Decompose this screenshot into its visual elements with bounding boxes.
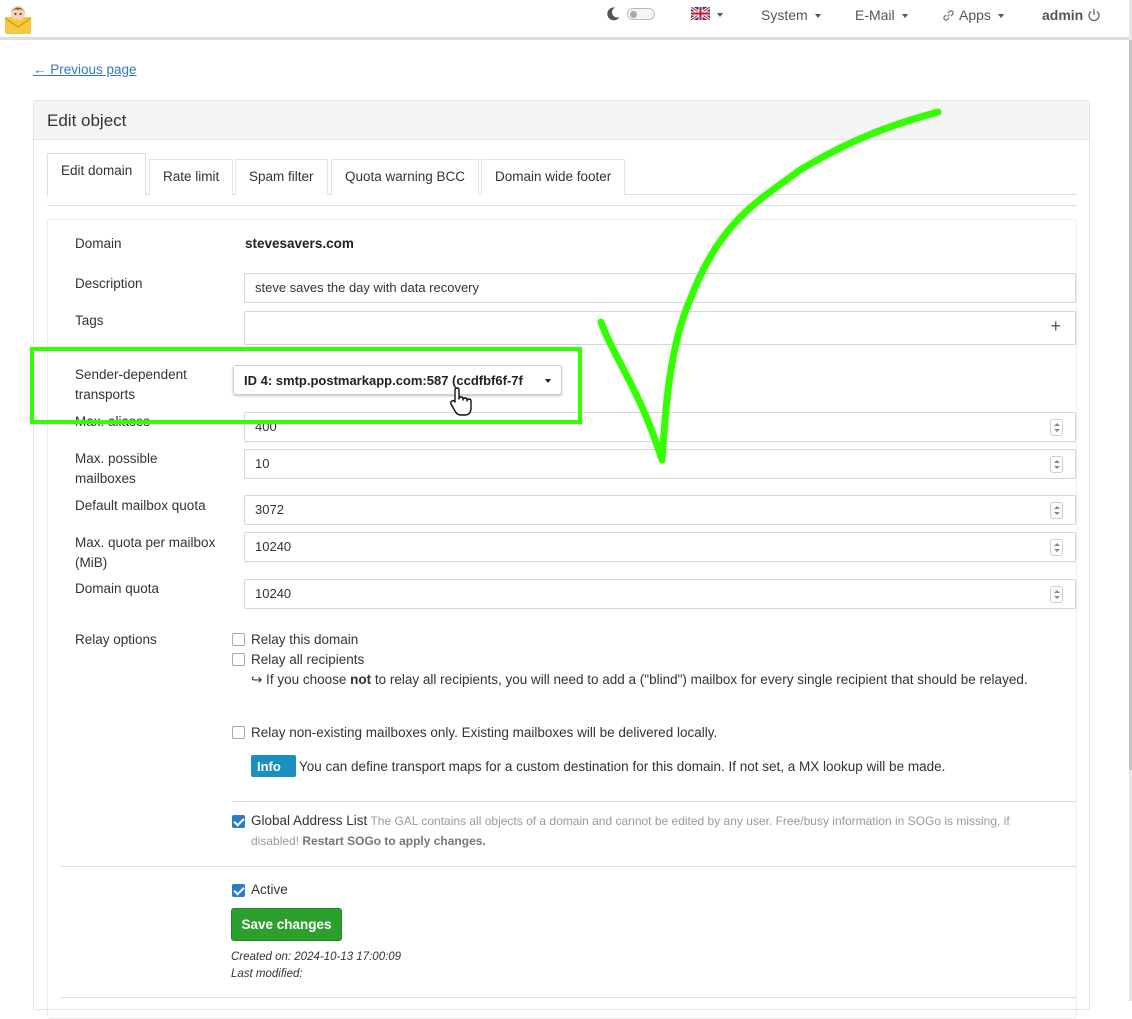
created-on: Created on: 2024-10-13 17:00:09 [231, 951, 402, 963]
gal-description: Global Address List The GAL contains all… [251, 811, 1051, 851]
edit-object-panel: Edit object Edit domain Rate limit Spam … [33, 100, 1090, 1019]
nav-apps-label: Apps [959, 7, 991, 23]
relay-note-start: ↪ If you choose [251, 672, 347, 687]
panel-title: Edit object [34, 101, 1089, 140]
tab-rate-limit[interactable]: Rate limit [149, 159, 234, 195]
gal-checkbox[interactable] [232, 815, 245, 828]
last-modified: Last modified: [231, 968, 303, 980]
divider [47, 205, 1077, 206]
tab-domain-wide-footer[interactable]: Domain wide footer [481, 159, 626, 195]
transport-selected-value: ID 4: smtp.postmarkapp.com:587 (ccdfbf6f… [244, 373, 523, 388]
relay-all-checkbox[interactable] [232, 653, 245, 666]
max-aliases-value: 400 [255, 419, 277, 434]
max-quota-label: Max. quota per mailbox (MiB) [75, 535, 216, 570]
default-quota-value: 3072 [255, 502, 284, 517]
max-quota-input[interactable]: 10240 [244, 532, 1076, 562]
nav-system-label: System [761, 7, 808, 23]
uk-flag-icon [691, 7, 710, 20]
edit-domain-form: Domain stevesavers.com Description steve… [47, 219, 1077, 1019]
default-quota-label: Default mailbox quota [75, 498, 206, 513]
dark-mode-toggle[interactable] [605, 6, 655, 22]
transport-label: Sender-dependent transports [75, 367, 187, 402]
add-tag-icon[interactable]: + [1050, 316, 1061, 337]
domain-quota-input[interactable]: 10240 [244, 579, 1076, 609]
link-icon [943, 9, 954, 21]
moon-icon [607, 7, 620, 21]
number-spinner-icon[interactable] [1050, 539, 1063, 556]
number-spinner-icon[interactable] [1050, 586, 1063, 603]
active-checkbox[interactable] [232, 884, 245, 897]
power-icon[interactable] [1087, 8, 1101, 22]
nav-system[interactable]: System [761, 7, 821, 23]
max-mailboxes-value: 10 [255, 456, 270, 471]
tab-quota-warning-bcc[interactable]: Quota warning BCC [331, 159, 480, 195]
number-spinner-icon[interactable] [1050, 419, 1063, 436]
language-dropdown[interactable] [691, 7, 723, 20]
tags-label: Tags [75, 313, 104, 328]
chevron-down-icon [814, 14, 821, 18]
domain-value: stevesavers.com [245, 236, 354, 251]
tab-spam-filter[interactable]: Spam filter [235, 159, 328, 195]
previous-page-link[interactable]: ← Previous page [33, 62, 137, 77]
relay-nonexisting-label[interactable]: Relay non-existing mailboxes only. Exist… [251, 725, 717, 740]
divider [61, 866, 1076, 867]
tags-input[interactable]: + [244, 311, 1076, 345]
top-navbar: System E-Mail Apps admin [0, 0, 1132, 40]
nav-apps[interactable]: Apps [942, 7, 1004, 23]
transport-select[interactable]: ID 4: smtp.postmarkapp.com:587 (ccdfbf6f… [233, 365, 562, 395]
relay-note-end: to relay all recipients, you will need t… [374, 672, 1028, 687]
tab-edit-domain[interactable]: Edit domain [47, 153, 147, 196]
nav-email[interactable]: E-Mail [855, 7, 908, 23]
max-mailboxes-input[interactable]: 10 [244, 449, 1076, 479]
tab-bar: Edit domain Rate limit Spam filter Quota… [47, 153, 1077, 196]
chevron-down-icon [545, 379, 551, 383]
relay-options-label: Relay options [75, 632, 157, 647]
relay-note: ↪ If you choose not to relay all recipie… [251, 670, 1041, 690]
save-changes-button[interactable]: Save changes [231, 908, 342, 941]
gal-label[interactable]: Global Address List [251, 813, 367, 828]
relay-all-label[interactable]: Relay all recipients [251, 652, 364, 667]
max-mailboxes-label: Max. possible mailboxes [75, 451, 158, 486]
number-spinner-icon[interactable] [1050, 502, 1063, 519]
chevron-down-icon [901, 14, 908, 18]
info-text: You can define transport maps for a cust… [299, 759, 946, 774]
domain-quota-label: Domain quota [75, 581, 160, 596]
logo-icon[interactable] [2, 5, 34, 35]
default-quota-input[interactable]: 3072 [244, 495, 1076, 525]
domain-label: Domain [75, 236, 122, 251]
divider [232, 801, 1076, 802]
max-quota-value: 10240 [255, 539, 292, 554]
number-spinner-icon[interactable] [1050, 456, 1063, 473]
max-aliases-input[interactable]: 400 [244, 412, 1076, 442]
divider [61, 997, 1076, 998]
chevron-down-icon [717, 12, 723, 17]
relay-domain-checkbox[interactable] [232, 633, 245, 646]
active-label[interactable]: Active [251, 882, 288, 897]
relay-domain-label[interactable]: Relay this domain [251, 632, 358, 647]
gal-restart-note: Restart SOGo to apply changes. [302, 834, 486, 848]
chevron-down-icon [997, 14, 1004, 18]
info-badge: Info [251, 755, 296, 777]
user-menu[interactable]: admin [1042, 7, 1101, 23]
nav-email-label: E-Mail [855, 7, 895, 23]
description-input[interactable]: steve saves the day with data recovery [244, 273, 1076, 303]
relay-note-bold: not [350, 672, 372, 687]
username: admin [1042, 7, 1084, 23]
max-aliases-label: Max. aliases [75, 414, 151, 429]
dark-mode-switch[interactable] [627, 8, 655, 20]
domain-quota-value: 10240 [255, 586, 292, 601]
description-label: Description [75, 276, 143, 291]
relay-nonexisting-checkbox[interactable] [232, 726, 245, 739]
